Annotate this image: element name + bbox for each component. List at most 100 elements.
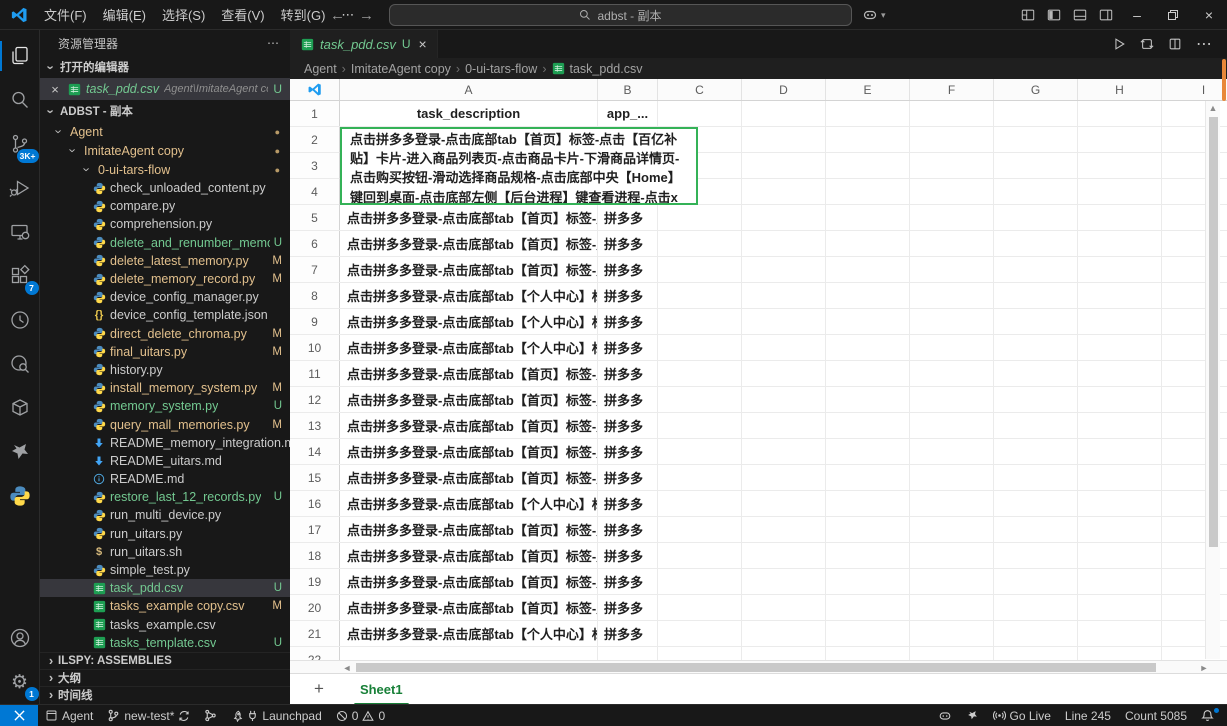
breadcrumb-item-3[interactable]: task_pdd.csv — [552, 62, 642, 76]
run-file-icon[interactable] — [1112, 37, 1126, 51]
task-description-cell[interactable]: 点击拼多多登录-点击底部tab【首页】标签-点... — [340, 439, 598, 464]
tree-folder-1[interactable]: › ImitateAgent copy ● — [40, 141, 290, 160]
close-tab-icon[interactable]: × — [419, 36, 427, 52]
scroll-up-icon[interactable]: ▲ — [1206, 101, 1220, 115]
account-icon[interactable] — [0, 616, 40, 660]
more-actions-icon[interactable]: ⋯ — [1196, 34, 1213, 54]
tree-file[interactable]: compare.py — [40, 197, 290, 215]
tree-file[interactable]: restore_last_12_records.py U — [40, 488, 290, 506]
search-view-icon[interactable] — [0, 78, 40, 122]
task-description-cell[interactable]: 点击拼多多登录-点击底部tab【首页】标签-点... — [340, 413, 598, 438]
reopen-editor-icon[interactable] — [1140, 37, 1154, 51]
roo-code-icon[interactable] — [0, 430, 40, 474]
app-name-cell[interactable]: 拼多多 — [598, 283, 658, 308]
tree-file[interactable]: tasks_example.csv — [40, 616, 290, 634]
tree-file[interactable]: README.md — [40, 470, 290, 488]
column-header-B[interactable]: B — [598, 79, 658, 100]
minimize-button[interactable]: – — [1119, 0, 1155, 30]
back-arrow-icon[interactable]: ← — [330, 7, 345, 24]
task-description-cell[interactable]: 点击拼多多登录-点击底部tab【首页】标签-点... — [340, 465, 598, 490]
column-header-F[interactable]: F — [910, 79, 994, 100]
copilot-menu[interactable]: ▾ — [862, 0, 886, 30]
task-description-cell[interactable]: 点击拼多多登录-点击底部tab【首页】标签-点... — [340, 257, 598, 282]
gitlens-icon[interactable] — [0, 298, 40, 342]
line-indicator[interactable]: Line 245 — [1058, 705, 1118, 726]
close-window-button[interactable]: × — [1191, 0, 1227, 30]
tree-file[interactable]: tasks_template.csv U — [40, 634, 290, 652]
command-center-search[interactable]: adbst - 副本 — [389, 4, 852, 26]
task-description-cell[interactable]: 点击拼多多登录-点击底部tab【个人中心】标... — [340, 309, 598, 334]
add-sheet-button[interactable]: + — [314, 679, 324, 699]
forward-arrow-icon[interactable]: → — [359, 7, 374, 24]
run-debug-icon[interactable] — [0, 166, 40, 210]
remote-indicator[interactable] — [0, 704, 38, 726]
scroll-left-icon[interactable]: ◄ — [340, 661, 354, 674]
remote-explorer-icon[interactable] — [0, 210, 40, 254]
app-name-cell[interactable]: 拼多多 — [598, 205, 658, 230]
tree-folder-0[interactable]: › Agent ● — [40, 122, 290, 141]
app-name-cell[interactable]: 拼多多 — [598, 543, 658, 568]
problems-item[interactable]: 0 0 — [329, 705, 392, 726]
roo-status-item[interactable] — [959, 705, 986, 726]
sidebar-section-1[interactable]: › 大纲 — [40, 668, 290, 686]
notifications-item[interactable] — [1194, 705, 1221, 726]
customize-layout-icon[interactable] — [1015, 0, 1041, 30]
task-description-cell[interactable]: 点击拼多多登录-点击底部tab【首页】标签-点... — [340, 543, 598, 568]
app-name-cell[interactable]: 拼多多 — [598, 517, 658, 542]
extensions-icon[interactable]: 7 — [0, 254, 40, 298]
task-description-cell[interactable]: 点击拼多多登录-点击底部tab【首页】标签-点... — [340, 595, 598, 620]
cell-b1[interactable]: app_... — [598, 101, 658, 126]
task-description-cell[interactable]: 点击拼多多登录-点击底部tab【首页】标签-点... — [340, 205, 598, 230]
column-header-C[interactable]: C — [658, 79, 742, 100]
toggle-secondary-sidebar-icon[interactable] — [1093, 0, 1119, 30]
breadcrumb-item-2[interactable]: 0-ui-tars-flow — [465, 62, 537, 76]
branch-status-item[interactable]: new-test* — [100, 705, 197, 726]
task-description-cell[interactable]: 点击拼多多登录-点击底部tab【首页】标签-点... — [340, 231, 598, 256]
app-name-cell[interactable]: 拼多多 — [598, 361, 658, 386]
more-actions-icon[interactable]: ⋯ — [267, 36, 280, 50]
cube-view-icon[interactable] — [0, 386, 40, 430]
app-name-cell[interactable]: 拼多多 — [598, 621, 658, 646]
selected-cell[interactable]: 点击拼多多登录-点击底部tab【首页】标签-点击【百亿补贴】卡片-进入商品列表页… — [340, 127, 698, 205]
repo-status-item[interactable]: Agent — [38, 705, 100, 726]
app-name-cell[interactable]: 拼多多 — [598, 413, 658, 438]
vscroll-thumb[interactable] — [1209, 117, 1218, 547]
git-graph-item[interactable] — [197, 705, 224, 726]
task-description-cell[interactable]: 点击拼多多登录-点击底部tab【个人中心】标... — [340, 335, 598, 360]
toggle-sidebar-icon[interactable] — [1041, 0, 1067, 30]
count-indicator[interactable]: Count 5085 — [1118, 705, 1194, 726]
tree-file[interactable]: run_uitars.py — [40, 525, 290, 543]
split-editor-icon[interactable] — [1168, 37, 1182, 51]
tree-file[interactable]: install_memory_system.py M — [40, 379, 290, 397]
tree-file[interactable]: delete_latest_memory.py M — [40, 252, 290, 270]
close-editor-icon[interactable]: × — [48, 82, 62, 97]
task-description-cell[interactable]: 点击拼多多登录-点击底部tab【个人中心】标... — [340, 621, 598, 646]
app-name-cell[interactable]: 拼多多 — [598, 309, 658, 334]
app-name-cell[interactable]: 拼多多 — [598, 595, 658, 620]
tree-file[interactable]: direct_delete_chroma.py M — [40, 325, 290, 343]
tree-file[interactable]: query_mall_memories.py M — [40, 415, 290, 433]
app-name-cell[interactable]: 拼多多 — [598, 231, 658, 256]
column-header-H[interactable]: H — [1078, 79, 1162, 100]
tree-folder-2[interactable]: › 0-ui-tars-flow ● — [40, 160, 290, 179]
tab-task-pdd-csv[interactable]: task_pdd.csv U × — [290, 30, 438, 58]
menu-item-4[interactable]: 转到(G) — [273, 1, 334, 28]
task-description-cell[interactable]: 点击拼多多登录-点击底部tab【首页】标签-点... — [340, 569, 598, 594]
open-editor-item[interactable]: × task_pdd.csv Agent\ImitateAgent co... … — [40, 78, 290, 100]
tree-file[interactable]: memory_system.py U — [40, 397, 290, 415]
sheet-tab-sheet1[interactable]: Sheet1 — [353, 680, 409, 706]
app-name-cell[interactable]: 拼多多 — [598, 569, 658, 594]
column-header-D[interactable]: D — [742, 79, 826, 100]
settings-gear-icon[interactable]: ⚙ 1 — [0, 660, 40, 704]
tree-file[interactable]: delete_and_renumber_memories.pyU — [40, 234, 290, 252]
task-description-cell[interactable]: 点击拼多多登录-点击底部tab【首页】标签-点... — [340, 517, 598, 542]
column-header-I[interactable]: I — [1162, 79, 1227, 100]
workspace-header[interactable]: › ADBST - 副本 — [40, 100, 290, 122]
tree-file[interactable]: history.py — [40, 361, 290, 379]
go-live-item[interactable]: Go Live — [986, 705, 1058, 726]
gitlens-inspect-icon[interactable] — [0, 342, 40, 386]
app-name-cell[interactable]: 拼多多 — [598, 465, 658, 490]
cell-a1[interactable]: task_description — [340, 101, 598, 126]
task-description-cell[interactable]: 点击拼多多登录-点击底部tab【个人中心】标... — [340, 283, 598, 308]
webview-scrollbar-thumb[interactable] — [1222, 59, 1226, 101]
